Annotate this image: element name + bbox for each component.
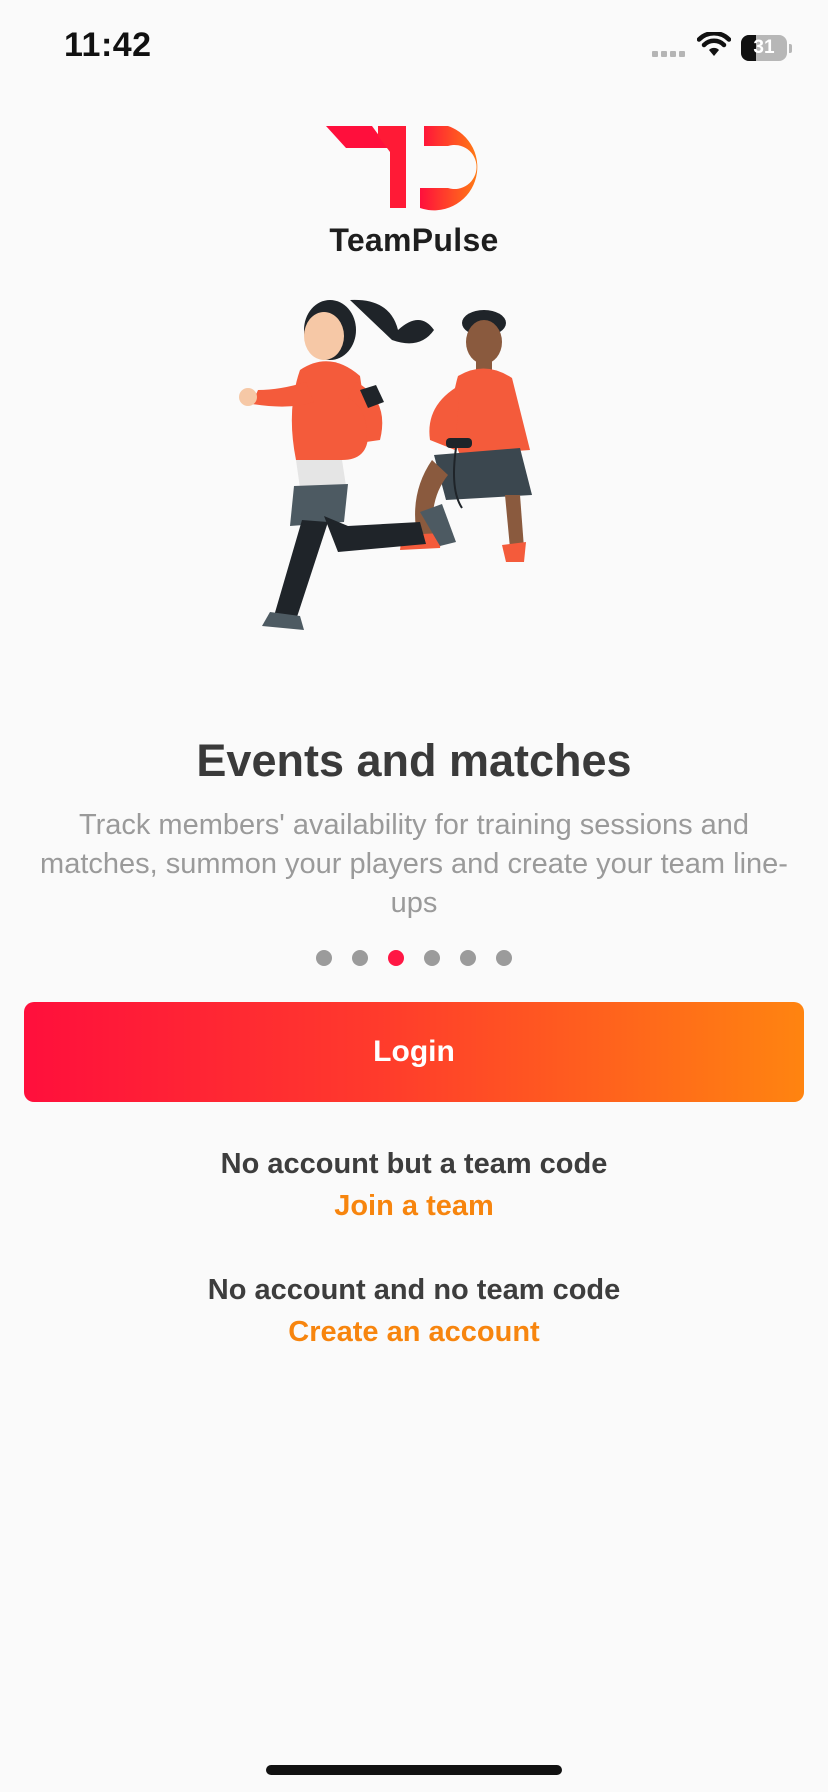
page-indicator[interactable]: [316, 950, 512, 966]
brand-name: TeamPulse: [329, 222, 499, 258]
onboarding-title: Events and matches: [196, 735, 632, 786]
page-dot-4[interactable]: [424, 950, 440, 966]
page-dot-3-active[interactable]: [388, 950, 404, 966]
battery-icon: 31: [741, 35, 792, 61]
status-time: 11:42: [64, 26, 152, 64]
join-team-link[interactable]: Join a team: [0, 1190, 828, 1223]
wifi-icon: [697, 32, 731, 56]
join-team-hint: No account but a team code: [220, 1148, 608, 1180]
page-dot-5[interactable]: [460, 950, 476, 966]
onboarding-description: Track members' availability for training…: [40, 809, 788, 919]
teampulse-logo-icon: [326, 126, 478, 211]
running-player-figure: [239, 299, 456, 630]
page-dot-2[interactable]: [352, 950, 368, 966]
cellular-signal-icon: [652, 51, 685, 57]
battery-level: 31: [753, 37, 775, 58]
page-dot-6[interactable]: [496, 950, 512, 966]
create-account-hint: No account and no team code: [207, 1274, 621, 1306]
login-button[interactable]: Login: [24, 1002, 804, 1102]
home-indicator[interactable]: [266, 1765, 562, 1775]
create-account-link[interactable]: Create an account: [0, 1316, 828, 1349]
page-dot-1[interactable]: [316, 950, 332, 966]
runners-illustration: [239, 299, 532, 630]
status-bar: 11:42 31: [0, 0, 828, 100]
